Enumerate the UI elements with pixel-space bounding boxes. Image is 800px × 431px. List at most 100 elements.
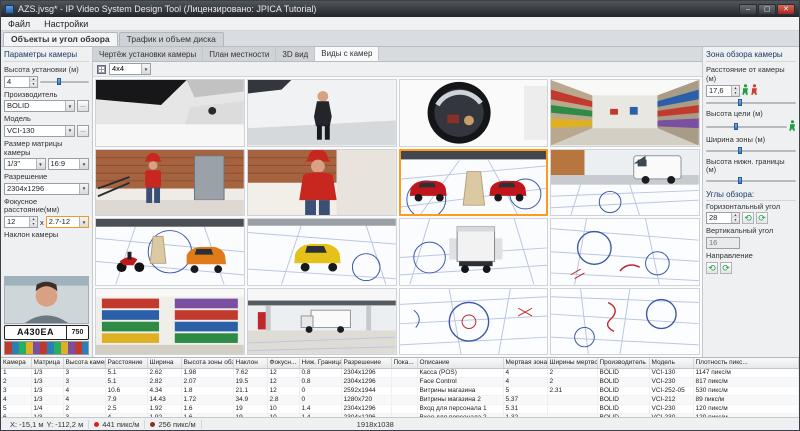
table-row[interactable]: 31/3410.64.341.821.11202592x1944Витрины …	[1, 386, 799, 395]
sensor-size-select[interactable]: 1/3" ▼	[4, 158, 46, 170]
table-column-header[interactable]: Фокусн...	[267, 358, 299, 368]
camera-view-16[interactable]	[550, 288, 700, 356]
spin-down-icon[interactable]: ▼	[30, 82, 37, 87]
table-row[interactable]: 51/422.51.921.619101.42304x1296Вход для …	[1, 404, 799, 413]
table-column-header[interactable]: Расстояние	[105, 358, 147, 368]
table-column-header[interactable]: Мертвая зона	[503, 358, 547, 368]
chevron-down-icon[interactable]: ▼	[79, 159, 88, 169]
camera-view-5[interactable]	[95, 149, 245, 217]
table-column-header[interactable]: Описание	[417, 358, 503, 368]
resolution-select[interactable]: 2304x1296 ▼	[4, 183, 89, 195]
camera-view-7-selected[interactable]	[399, 149, 549, 217]
table-column-header[interactable]: Ниж. Граница	[299, 358, 341, 368]
tab-objects-view-angle[interactable]: Объекты и угол обзора	[3, 32, 118, 46]
plan-size: 1918x1038	[352, 420, 399, 429]
table-column-header[interactable]: Матрица	[31, 358, 63, 368]
camera-view-8[interactable]	[550, 149, 700, 217]
table-column-header[interactable]: Ширина	[147, 358, 181, 368]
table-row[interactable]: 41/347.914.431.7234.92.801280x720Витрины…	[1, 395, 799, 404]
horizontal-angle-input[interactable]: 28 ▲▼	[706, 212, 740, 224]
menu-settings[interactable]: Настройки	[37, 17, 95, 30]
focal-length-input[interactable]: 12 ▲▼	[4, 216, 38, 228]
camera-view-13[interactable]	[95, 288, 245, 356]
camera-view-3[interactable]	[399, 79, 549, 147]
chevron-down-icon[interactable]: ▼	[141, 64, 150, 74]
direction-ccw-button[interactable]: ⟲	[706, 262, 718, 274]
tab-camera-drawing[interactable]: Чертёж установки камеры	[93, 47, 203, 61]
aspect-ratio-select[interactable]: 16:9 ▼	[48, 158, 90, 170]
camera-view-2[interactable]	[247, 79, 397, 147]
install-height-input[interactable]: 4 ▲▼	[4, 76, 38, 88]
table-cell: 5.37	[503, 395, 547, 404]
maximize-button[interactable]: ▢	[758, 4, 776, 15]
camera-view-14[interactable]	[247, 288, 397, 356]
table-column-header[interactable]: Высота камеры	[63, 358, 105, 368]
distance-slider[interactable]	[706, 98, 796, 107]
table-column-header[interactable]: Плотность пикс...	[693, 358, 799, 368]
table-column-header[interactable]: Пока...	[391, 358, 417, 368]
direction-cw-button[interactable]: ⟳	[720, 262, 732, 274]
lower-bound-slider[interactable]	[706, 176, 796, 185]
tab-site-plan[interactable]: План местности	[203, 47, 276, 61]
grid-mode-select[interactable]: 4x4 ▼	[109, 63, 151, 75]
table-column-header[interactable]: Модель	[649, 358, 693, 368]
menu-bar: Файл Настройки	[1, 17, 799, 31]
menu-file[interactable]: Файл	[1, 17, 37, 30]
table-row[interactable]: 11/335.12.621.987.62120.82304x1296Касса …	[1, 368, 799, 377]
table-cell: 530 пикс/м	[693, 386, 799, 395]
table-column-header[interactable]: Высота зоны обзора	[181, 358, 233, 368]
model-extra-button[interactable]: …	[77, 125, 89, 137]
slider-thumb[interactable]	[734, 123, 738, 130]
camera-params-title: Параметры камеры	[4, 49, 89, 62]
tab-camera-views[interactable]: Виды с камер	[315, 47, 379, 61]
chevron-down-icon[interactable]: ▼	[65, 126, 74, 136]
slider-thumb[interactable]	[738, 99, 742, 106]
chevron-down-icon[interactable]: ▼	[65, 101, 74, 111]
chevron-down-icon[interactable]: ▼	[79, 184, 88, 194]
table-cell: 5.31	[503, 404, 547, 413]
table-column-header[interactable]: Камера	[1, 358, 31, 368]
zone-width-slider[interactable]	[706, 146, 796, 155]
tab-3d-view[interactable]: 3D вид	[276, 47, 315, 61]
table-column-header[interactable]: Производитель	[597, 358, 649, 368]
table-cell: 2304x1296	[341, 404, 391, 413]
camera-view-1[interactable]	[95, 79, 245, 147]
camera-view-12[interactable]	[550, 218, 700, 286]
install-height-slider[interactable]	[40, 77, 89, 86]
tab-traffic-disk[interactable]: Трафик и объем диска	[119, 32, 224, 46]
manufacturer-select[interactable]: BOLID ▼	[4, 100, 75, 112]
table-column-header[interactable]: Разрешение	[341, 358, 391, 368]
distance-input[interactable]: 17,6 ▲▼	[706, 85, 740, 97]
chevron-down-icon[interactable]: ▼	[36, 159, 45, 169]
table-cell: 5.1	[105, 368, 147, 377]
camera-view-4[interactable]	[550, 79, 700, 147]
rotate-ccw-button[interactable]: ⟲	[742, 212, 754, 224]
person-green-icon	[789, 120, 796, 133]
table-row[interactable]: 21/335.12.822.0719.5120.82304x1296Face C…	[1, 377, 799, 386]
model-select[interactable]: VCI-130 ▼	[4, 125, 75, 137]
minimize-button[interactable]: –	[739, 4, 757, 15]
camera-view-6[interactable]	[247, 149, 397, 217]
table-cell: 2	[547, 368, 597, 377]
rotate-cw-button[interactable]: ⟳	[756, 212, 768, 224]
table-cell: 2592x1944	[341, 386, 391, 395]
close-button[interactable]: ✕	[777, 4, 795, 15]
table-cell: 1.8	[181, 386, 233, 395]
spin-down-icon[interactable]: ▼	[30, 222, 37, 227]
slider-thumb[interactable]	[738, 147, 742, 154]
camera-view-15[interactable]	[399, 288, 549, 356]
spin-down-icon[interactable]: ▼	[732, 91, 739, 96]
slider-thumb[interactable]	[57, 78, 61, 85]
camera-view-10[interactable]	[247, 218, 397, 286]
target-height-slider[interactable]	[706, 122, 787, 131]
table-cell: 1.6	[181, 404, 233, 413]
manufacturer-extra-button[interactable]: …	[77, 100, 89, 112]
slider-thumb[interactable]	[738, 177, 742, 184]
camera-view-9[interactable]	[95, 218, 245, 286]
table-column-header[interactable]: Наклон	[233, 358, 267, 368]
camera-view-11[interactable]	[399, 218, 549, 286]
spin-down-icon[interactable]: ▼	[732, 218, 739, 223]
chevron-down-icon[interactable]: ▼	[79, 217, 88, 227]
lens-range-select[interactable]: 2.7-12 ▼	[46, 216, 89, 228]
table-column-header[interactable]: Ширины мертво...	[547, 358, 597, 368]
